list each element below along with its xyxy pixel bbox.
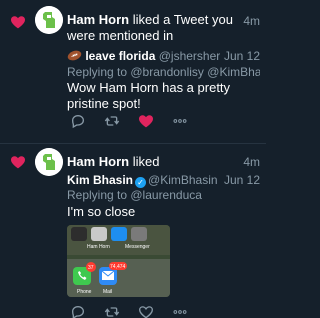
tweet-actions [70, 304, 188, 318]
heart-icon [11, 156, 25, 169]
retweet-icon[interactable] [104, 113, 120, 129]
phone-badge: 37 [88, 265, 94, 271]
verified-badge-icon: ✓ [135, 177, 147, 188]
more-icon[interactable] [172, 304, 188, 318]
avatar[interactable] [35, 6, 63, 34]
tweet-image[interactable]: Ham Horn Messenger 37 74,474 Phone Mail [67, 225, 170, 297]
reply-icon[interactable] [70, 113, 86, 129]
tweet-author-handle[interactable]: @jshersher [159, 49, 221, 63]
notification-age: 4m [243, 155, 260, 169]
mail-badge: 74,474 [110, 264, 126, 270]
tweet-header: leave florida @jshersher Jun 12 [67, 48, 260, 64]
action-text: liked [129, 154, 160, 169]
more-icon[interactable] [172, 113, 188, 129]
avatar-image [35, 148, 63, 176]
tweet-date: Jun 12 [219, 172, 260, 188]
replying-to[interactable]: Replying to @laurenduca [67, 188, 260, 203]
tweet-date: Jun 12 [219, 48, 260, 64]
heart-icon [11, 16, 25, 29]
football-emoji-icon [67, 50, 82, 61]
notification-item[interactable]: Ham Horn liked a Tweet you were mentione… [0, 0, 266, 144]
like-icon[interactable] [138, 113, 154, 129]
notification-age: 4m [243, 14, 260, 28]
retweet-icon[interactable] [104, 304, 120, 318]
tweet-header: Kim Bhasin ✓ @KimBhasin Jun 12 [67, 172, 260, 188]
notification-text: Ham Horn liked a Tweet you were mentione… [67, 12, 239, 44]
like-outline-icon[interactable] [138, 304, 154, 318]
tweet-author-name[interactable]: leave florida [85, 49, 155, 63]
image-label: Messenger [125, 244, 150, 250]
tweet-author-name[interactable]: Kim Bhasin [67, 173, 133, 187]
tweet-actions [70, 113, 188, 129]
notification-item[interactable]: Ham Horn liked 4m Kim Bhasin ✓ @KimBhasin … [0, 144, 266, 318]
avatar-image [35, 6, 63, 34]
tweet-text: I'm so close [67, 204, 136, 219]
avatar[interactable] [35, 148, 63, 176]
image-label: Ham Horn [87, 244, 110, 250]
tweet-text: Wow Ham Horn has a pretty pristine spot! [67, 80, 231, 111]
reply-icon[interactable] [70, 304, 86, 318]
replying-to[interactable]: Replying to @brandonlisy @KimBhasin ... [67, 65, 260, 80]
image-label: Mail [103, 289, 112, 295]
tweet-author-handle[interactable]: @KimBhasin [148, 173, 218, 187]
actor-name[interactable]: Ham Horn [67, 12, 129, 27]
actor-name[interactable]: Ham Horn [67, 154, 129, 169]
image-label: Phone [77, 289, 92, 295]
notification-text: Ham Horn liked [67, 154, 239, 170]
home-screen-screenshot: Ham Horn Messenger 37 74,474 Phone Mail [67, 225, 170, 297]
